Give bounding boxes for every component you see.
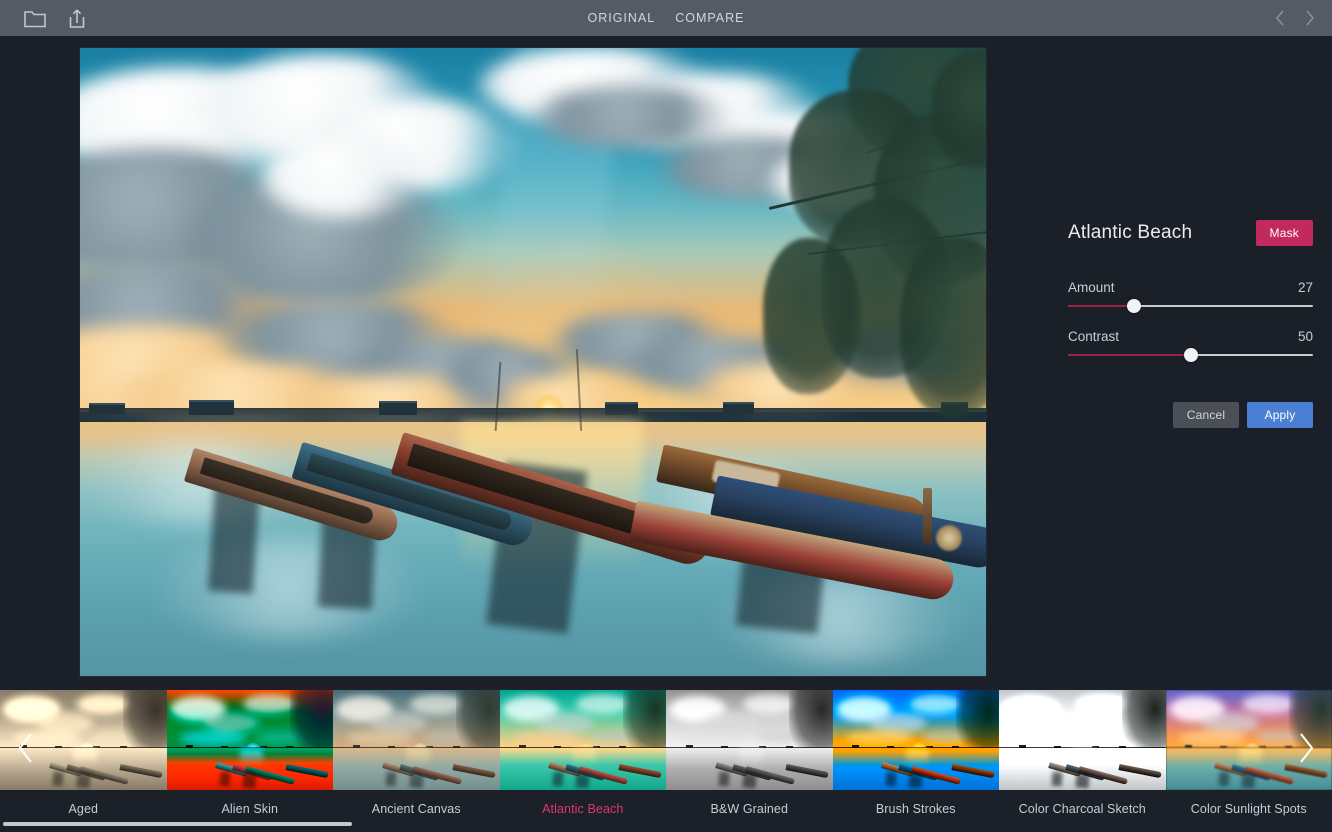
apply-button[interactable]: Apply [1247,402,1313,428]
top-toolbar: ORIGINAL COMPARE [0,0,1332,36]
share-upload-icon[interactable] [64,6,90,30]
filter-thumbnail-label: B&W Grained [710,802,788,816]
filter-preview [833,690,1000,790]
filmstrip-scrollbar[interactable] [0,821,1332,827]
panel-actions: Cancel Apply [1173,402,1313,428]
chevron-right-icon[interactable] [1302,8,1318,28]
slider-contrast-knob[interactable] [1184,348,1198,362]
mode-original[interactable]: ORIGINAL [587,11,655,25]
slider-contrast: Contrast 50 [1068,329,1313,356]
slider-amount-value: 27 [1298,280,1313,295]
filter-thumbnail-image[interactable] [500,690,667,790]
folder-icon[interactable] [22,6,48,30]
filter-thumbnail-image[interactable] [333,690,500,790]
filter-strip: Aged Alien Skin Ancient Canvas Atlantic Bea… [0,688,1332,832]
filter-preview [167,690,334,790]
photo-editor-window: ORIGINAL COMPARE [0,0,1332,832]
filter-thumbnail-label: Ancient Canvas [372,802,461,816]
filter-preview [500,690,667,790]
filter-thumbnail-image[interactable] [999,690,1166,790]
filter-thumbnail-label: Alien Skin [221,802,278,816]
filmstrip-prev-button[interactable] [0,688,52,808]
filter-thumbnail-1[interactable]: Alien Skin [167,688,334,832]
toolbar-right-group [1272,0,1318,36]
filter-thumbnail-label: Aged [68,802,98,816]
tree-branch [678,48,986,425]
panel-header: Atlantic Beach Mask [1068,220,1313,246]
chevron-left-icon [14,728,38,768]
canvas-area: Atlantic Beach Mask Amount 27 Co [0,36,1332,688]
filter-preview [333,690,500,790]
filter-thumbnail-list: Aged Alien Skin Ancient Canvas Atlantic Bea… [0,688,1332,832]
slider-amount: Amount 27 [1068,280,1313,307]
filter-settings-panel: Atlantic Beach Mask Amount 27 Co [1040,196,1332,456]
slider-group: Amount 27 Contrast 50 [1068,280,1313,356]
slider-contrast-label: Contrast [1068,329,1119,344]
toolbar-left-group [0,6,90,30]
chevron-right-icon [1294,728,1318,768]
filter-thumbnail-6[interactable]: Color Charcoal Sketch [999,688,1166,832]
chevron-left-icon[interactable] [1272,8,1288,28]
slider-amount-knob[interactable] [1127,299,1141,313]
filter-thumbnail-4[interactable]: B&W Grained [666,688,833,832]
filter-preview [999,690,1166,790]
filter-thumbnail-label: Brush Strokes [876,802,956,816]
filmstrip-next-button[interactable] [1280,688,1332,808]
photo-preview[interactable] [80,48,986,676]
slider-contrast-value: 50 [1298,329,1313,344]
filmstrip-scroll-thumb[interactable] [3,822,352,826]
view-mode-group: ORIGINAL COMPARE [0,0,1332,36]
filter-name: Atlantic Beach [1068,222,1192,244]
photo-image [80,48,986,676]
slider-amount-label: Amount [1068,280,1115,295]
filter-thumbnail-label: Color Charcoal Sketch [1019,802,1146,816]
mask-button[interactable]: Mask [1256,220,1313,246]
filter-thumbnail-image[interactable] [167,690,334,790]
filter-thumbnail-5[interactable]: Brush Strokes [833,688,1000,832]
filter-thumbnail-2[interactable]: Ancient Canvas [333,688,500,832]
slider-amount-track[interactable] [1068,305,1313,307]
mode-compare[interactable]: COMPARE [675,11,744,25]
filter-thumbnail-label: Atlantic Beach [542,802,623,816]
filter-thumbnail-3[interactable]: Atlantic Beach [500,688,667,832]
slider-contrast-track[interactable] [1068,354,1313,356]
cancel-button[interactable]: Cancel [1173,402,1239,428]
filter-thumbnail-image[interactable] [833,690,1000,790]
filter-preview [666,690,833,790]
filter-thumbnail-image[interactable] [666,690,833,790]
